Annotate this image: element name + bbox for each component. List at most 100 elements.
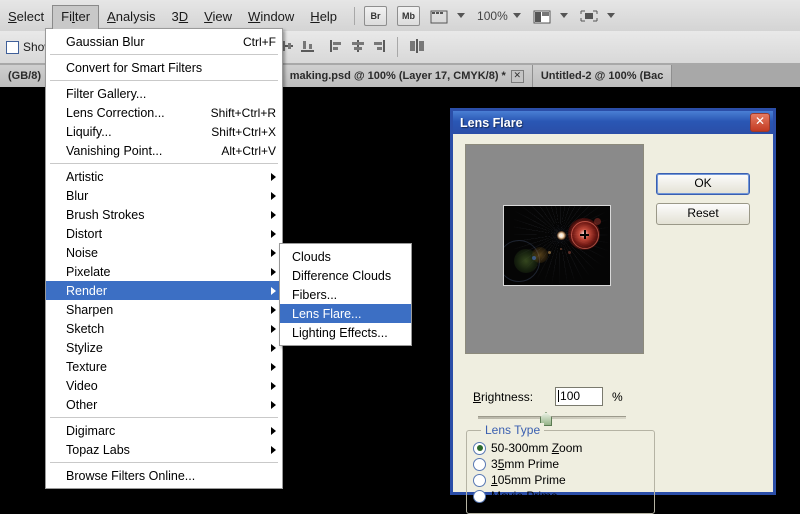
arrange-documents-icon[interactable]: [533, 8, 551, 24]
submenu-item-lens-flare[interactable]: Lens Flare...: [280, 304, 411, 323]
menu-item-render[interactable]: Render: [46, 281, 282, 300]
submenu-arrow-icon: [271, 210, 276, 219]
align-left-edges-icon[interactable]: [329, 38, 344, 57]
flare-center-crosshair-icon[interactable]: [580, 230, 589, 239]
render-submenu[interactable]: Clouds Difference Clouds Fibers... Lens …: [279, 243, 412, 346]
menu-item-topaz-labs[interactable]: Topaz Labs: [46, 440, 282, 459]
brightness-mnemonic: B: [473, 389, 482, 404]
submenu-arrow-icon: [271, 286, 276, 295]
submenu-arrow-icon: [271, 400, 276, 409]
menu-item-noise[interactable]: Noise: [46, 243, 282, 262]
menu-separator: [50, 54, 278, 55]
submenu-item-difference-clouds[interactable]: Difference Clouds: [280, 266, 411, 285]
menu-item-brush-strokes[interactable]: Brush Strokes: [46, 205, 282, 224]
menu-filter[interactable]: Filter: [52, 4, 100, 29]
lens-type-group: Lens Type 50-300mm Zoom 35mm Prime 105mm…: [466, 423, 655, 514]
photoshop-window: SSelectelect Filter Analysis 3D View Win…: [0, 0, 800, 514]
menu-view[interactable]: View: [196, 6, 240, 27]
menu-item-gaussian-blur[interactable]: Gaussian Blur Ctrl+F: [46, 32, 282, 51]
menubar-divider: [354, 6, 356, 25]
close-icon[interactable]: ✕: [510, 69, 524, 83]
reset-button[interactable]: Reset: [656, 203, 750, 225]
brightness-slider[interactable]: [478, 412, 626, 426]
menu-help[interactable]: Help: [302, 6, 345, 27]
radio-movie-prime[interactable]: Movie Prime: [473, 488, 654, 504]
menu-item-blur[interactable]: Blur: [46, 186, 282, 205]
slider-track[interactable]: [478, 416, 626, 419]
tab-label: making.psd @ 100% (Layer 17, CMYK/8) *: [289, 70, 506, 82]
radio-35mm-prime[interactable]: 35mm Prime: [473, 456, 654, 472]
radio-indicator[interactable]: [473, 473, 486, 487]
menu-item-browse-filters-online[interactable]: Browse Filters Online...: [46, 466, 282, 485]
menu-item-shortcut: Alt+Ctrl+V: [221, 143, 276, 158]
flare-preview[interactable]: [465, 144, 644, 354]
menu-item-filter-gallery[interactable]: Filter Gallery...: [46, 84, 282, 103]
dialog-title-bar[interactable]: Lens Flare ✕: [453, 111, 773, 134]
zoom-level[interactable]: 100%: [477, 9, 508, 23]
menu-item-lens-correction[interactable]: Lens Correction... Shift+Ctrl+R: [46, 103, 282, 122]
submenu-item-clouds[interactable]: Clouds: [280, 247, 411, 266]
radio-indicator[interactable]: [473, 457, 486, 471]
radio-50-300mm-zoom[interactable]: 50-300mm Zoom: [473, 440, 654, 456]
document-tab[interactable]: Untitled-2 @ 100% (Bac: [532, 65, 673, 87]
menu-item-label: Vanishing Point...: [66, 143, 163, 158]
brightness-label-text: rightness:: [481, 389, 534, 404]
menu-item-label: Blur: [66, 188, 89, 203]
menu-item-distort[interactable]: Distort: [46, 224, 282, 243]
align-bottom-edges-icon[interactable]: [300, 38, 315, 57]
close-icon[interactable]: ✕: [750, 113, 770, 132]
distribute-icon[interactable]: [409, 38, 426, 57]
mini-bridge-icon[interactable]: Mb: [397, 5, 421, 26]
show-transform-checkbox[interactable]: [6, 40, 19, 54]
menu-item-digimarc[interactable]: Digimarc: [46, 421, 282, 440]
menu-item-label: Other: [66, 397, 98, 412]
align-horizontal-centers-icon[interactable]: [350, 38, 365, 57]
zoom-chevron-down-icon[interactable]: [512, 13, 521, 18]
screen-mode-icon[interactable]: [580, 8, 598, 24]
radio-mnemonic: 1: [491, 473, 498, 487]
menu-item-artistic[interactable]: Artistic: [46, 167, 282, 186]
flare-ghost-orange: [532, 247, 548, 263]
radio-label-pre: 3: [491, 457, 498, 471]
align-right-edges-icon[interactable]: [371, 38, 386, 57]
menu-item-label: Brush Strokes: [66, 207, 145, 222]
menu-item-other[interactable]: Other: [46, 395, 282, 414]
arrange-chevron-down-icon[interactable]: [559, 13, 568, 18]
menu-3d[interactable]: 3D: [163, 6, 196, 27]
extras-icon[interactable]: [430, 8, 448, 24]
menu-item-shortcut: Shift+Ctrl+X: [211, 124, 276, 139]
menu-analysis[interactable]: Analysis: [99, 6, 163, 27]
menu-item-sharpen[interactable]: Sharpen: [46, 300, 282, 319]
menu-item-video[interactable]: Video: [46, 376, 282, 395]
menu-item-label: Lens Correction...: [66, 105, 165, 120]
flare-preview-image[interactable]: [503, 205, 611, 286]
menu-item-vanishing-point[interactable]: Vanishing Point... Alt+Ctrl+V: [46, 141, 282, 160]
menu-item-sketch[interactable]: Sketch: [46, 319, 282, 338]
bridge-icon[interactable]: Br: [364, 5, 388, 26]
menu-item-texture[interactable]: Texture: [46, 357, 282, 376]
radio-indicator[interactable]: [473, 489, 486, 503]
radio-105mm-prime[interactable]: 105mm Prime: [473, 472, 654, 488]
brightness-input[interactable]: 100: [555, 387, 604, 406]
menu-select[interactable]: SSelectelect: [0, 6, 52, 27]
menu-separator: [50, 462, 278, 463]
menu-item-label: Texture: [66, 359, 107, 374]
filter-dropdown-menu[interactable]: Gaussian Blur Ctrl+F Convert for Smart F…: [45, 28, 283, 489]
menu-item-shortcut: Shift+Ctrl+R: [210, 105, 276, 120]
extras-chevron-down-icon[interactable]: [457, 13, 466, 18]
tab-label: Untitled-2 @ 100% (Bac: [540, 70, 664, 82]
menu-item-convert-for-smart-filters[interactable]: Convert for Smart Filters: [46, 58, 282, 77]
menu-item-stylize[interactable]: Stylize: [46, 338, 282, 357]
menu-window[interactable]: Window: [240, 6, 302, 27]
document-tab[interactable]: making.psd @ 100% (Layer 17, CMYK/8) * ✕: [281, 65, 533, 87]
radio-indicator[interactable]: [473, 441, 486, 455]
menu-item-liquify[interactable]: Liquify... Shift+Ctrl+X: [46, 122, 282, 141]
screen-mode-chevron-down-icon[interactable]: [606, 13, 615, 18]
menu-item-label: Artistic: [66, 169, 104, 184]
ok-button[interactable]: OK: [656, 173, 750, 195]
submenu-arrow-icon: [271, 267, 276, 276]
brightness-value: 100: [560, 389, 581, 403]
submenu-item-fibers[interactable]: Fibers...: [280, 285, 411, 304]
menu-item-pixelate[interactable]: Pixelate: [46, 262, 282, 281]
submenu-item-lighting-effects[interactable]: Lighting Effects...: [280, 323, 411, 342]
